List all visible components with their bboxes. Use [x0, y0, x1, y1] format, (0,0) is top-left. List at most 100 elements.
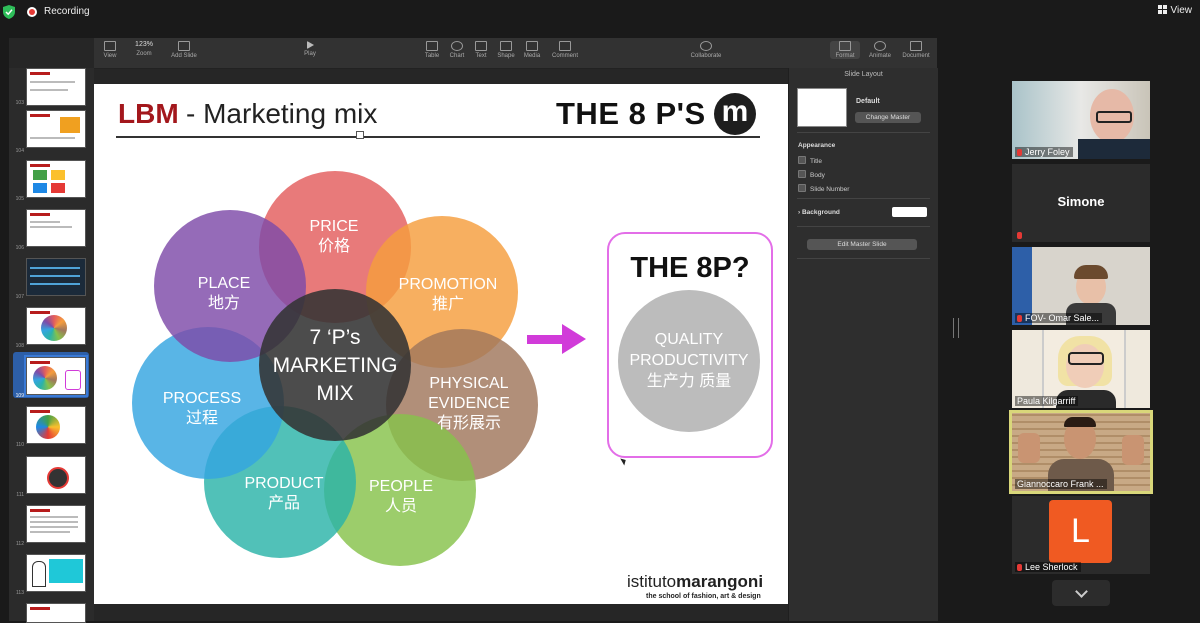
slide-thumbnail[interactable] — [26, 307, 86, 345]
format-button[interactable]: Format — [830, 41, 860, 59]
table-label: Table — [424, 53, 440, 59]
document-button[interactable]: Document — [900, 41, 932, 59]
table-button[interactable]: Table — [424, 41, 440, 59]
text-button[interactable]: Text — [473, 41, 489, 59]
slide-title-brand: LBM — [118, 98, 179, 129]
inspector-title: Slide Layout — [844, 71, 883, 78]
slide-thumbnail[interactable] — [26, 406, 86, 444]
inspector-divider — [797, 198, 930, 199]
people-label: PEOPLE 人员 — [356, 477, 446, 517]
participant-tile-active-speaker[interactable]: Giannoccaro Frank ... — [1009, 410, 1153, 494]
slide-thumbnail[interactable] — [26, 110, 86, 148]
slide-thumbnail[interactable] — [26, 456, 86, 494]
participant-name-text: Giannoccaro Frank ... — [1017, 479, 1104, 489]
sidebar-icon — [104, 41, 116, 51]
participant-display-name: Simone — [1057, 194, 1105, 209]
slide-thumbnail[interactable] — [26, 603, 86, 623]
play-label: Play — [304, 51, 316, 57]
slide-thumbnail[interactable] — [26, 209, 86, 247]
zoom-value: 123% — [135, 41, 153, 48]
security-shield-icon[interactable] — [3, 5, 15, 19]
participant-tile[interactable]: L Lee Sherlock — [1012, 496, 1150, 574]
price-zh: 价格 — [317, 238, 350, 255]
shape-button[interactable]: Shape — [496, 41, 516, 59]
background-label: Background — [801, 209, 840, 216]
slide-canvas[interactable]: LBM - Marketing mix THE 8 P'S m PRICE 价格 … — [94, 84, 788, 604]
document-icon — [910, 41, 922, 51]
slide-thumbnail[interactable] — [26, 258, 86, 296]
view-button[interactable]: View — [1157, 5, 1193, 16]
animate-button[interactable]: Animate — [866, 41, 894, 59]
background-heading[interactable]: › Background — [798, 209, 840, 216]
zoom-tool[interactable]: 123% Zoom — [129, 41, 159, 57]
physical-evidence-label: PHYSICAL EVIDENCE 有形展示 — [414, 374, 524, 434]
comment-button[interactable]: Comment — [550, 41, 580, 59]
inspector-divider — [797, 226, 930, 227]
media-label: Media — [523, 53, 541, 59]
selection-handle[interactable] — [356, 131, 364, 139]
title-option-label: Title — [810, 158, 823, 165]
play-button[interactable]: Play — [302, 41, 318, 57]
appearance-heading: Appearance — [798, 142, 836, 149]
slide-number: 104 — [15, 148, 24, 154]
process-zh: 过程 — [185, 410, 218, 427]
muted-mic-icon — [1017, 564, 1022, 571]
media-button[interactable]: Media — [522, 41, 542, 59]
slide-number: 109 — [15, 393, 24, 399]
price-en: PRICE — [309, 218, 359, 235]
quality-label: QUALITY PRODUCTIVITY 生产力 质量 — [618, 329, 760, 392]
body-option-label: Body — [810, 172, 825, 179]
keynote-toolbar: View 123% Zoom Add Slide Play Table Chart… — [94, 38, 937, 69]
slide-thumbnail[interactable] — [26, 554, 86, 592]
view-tool[interactable]: View — [100, 41, 120, 59]
slide-thumbnail[interactable] — [26, 68, 86, 106]
add-slide-icon — [178, 41, 190, 51]
physical-en2: EVIDENCE — [428, 395, 510, 412]
format-label: Format — [835, 53, 855, 59]
view-button-label: View — [1170, 5, 1193, 16]
price-label: PRICE 价格 — [289, 217, 379, 257]
physical-en1: PHYSICAL — [429, 375, 509, 392]
brand-tagline: the school of fashion, art & design — [646, 593, 761, 600]
slide-title: - Marketing mix — [186, 98, 378, 129]
brand-light: istituto — [627, 572, 677, 591]
background-color-well[interactable] — [892, 207, 927, 217]
checkbox-icon — [798, 184, 806, 192]
slide-number-checkbox[interactable]: Slide Number — [798, 184, 849, 193]
slide-thumbnail[interactable] — [26, 160, 86, 198]
add-slide-button[interactable]: Add Slide — [167, 41, 201, 59]
arrow-right-icon — [562, 324, 586, 354]
slide-number-option-label: Slide Number — [810, 186, 850, 193]
slide-number: 107 — [15, 294, 24, 300]
panel-resize-handle[interactable] — [953, 318, 959, 338]
participant-name-text: Jerry Foley — [1025, 147, 1070, 157]
slide-thumbnail[interactable] — [26, 505, 86, 543]
slide-thumbnail-selected[interactable] — [24, 355, 88, 397]
change-master-button[interactable]: Change Master — [855, 112, 921, 123]
scroll-down-button[interactable] — [1052, 580, 1110, 606]
participant-tile[interactable]: FOV- Omar Sale... — [1012, 247, 1150, 325]
place-en: PLACE — [197, 275, 251, 292]
chart-button[interactable]: Chart — [448, 41, 466, 59]
recording-label[interactable]: Recording — [44, 6, 90, 17]
recording-icon — [27, 7, 37, 17]
product-label: PRODUCT 产品 — [234, 474, 334, 514]
slide-number: 113 — [16, 590, 24, 596]
title-checkbox[interactable]: Title — [798, 156, 822, 165]
checkbox-icon — [798, 170, 806, 178]
shape-label: Shape — [497, 53, 515, 59]
participant-mute-status — [1015, 230, 1028, 240]
participant-tile[interactable]: Simone — [1012, 164, 1150, 242]
participant-video — [1066, 344, 1104, 388]
edit-master-slide-button[interactable]: Edit Master Slide — [807, 239, 917, 250]
collaborate-button[interactable]: Collaborate — [686, 41, 726, 59]
slide-number: 106 — [15, 245, 24, 251]
participant-tile[interactable]: Paula Kilgarriff — [1012, 330, 1150, 408]
place-zh: 地方 — [207, 295, 240, 312]
body-checkbox[interactable]: Body — [798, 170, 825, 179]
zoom-label: Zoom — [136, 51, 152, 57]
process-label: PROCESS 过程 — [157, 389, 247, 429]
document-label: Document — [902, 53, 930, 59]
participant-tile[interactable]: Jerry Foley — [1012, 81, 1150, 159]
master-thumbnail[interactable] — [797, 88, 847, 127]
